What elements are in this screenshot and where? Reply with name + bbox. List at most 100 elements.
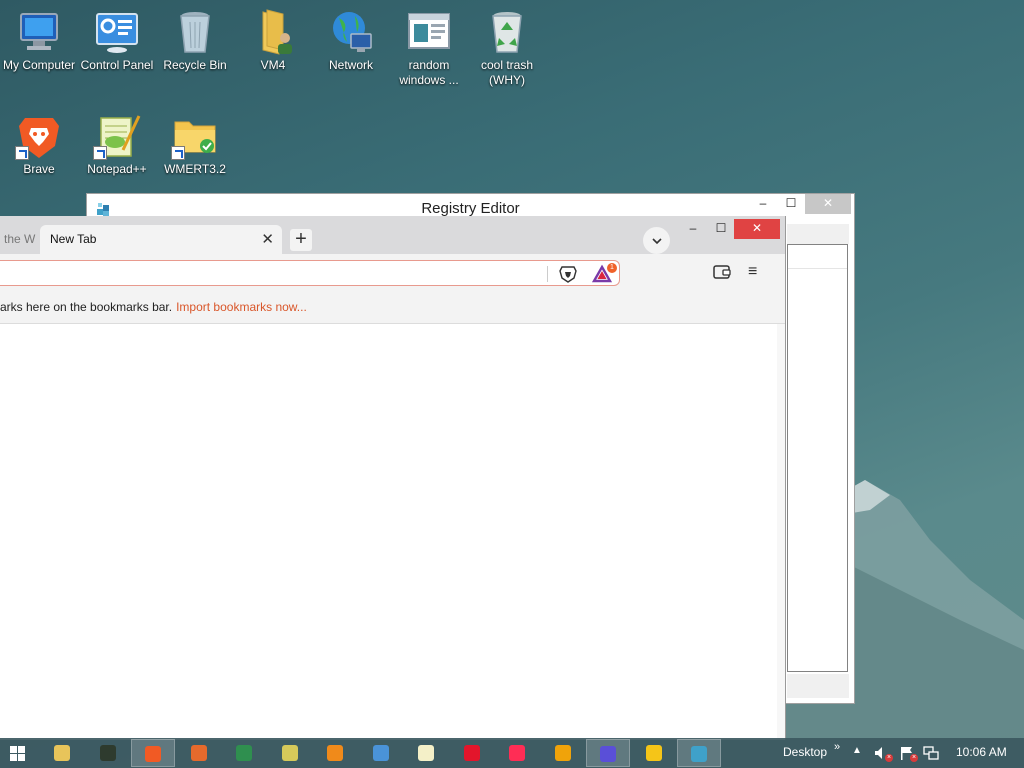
firefox-icon	[190, 745, 207, 761]
desktop-icon-network[interactable]: Network	[312, 8, 390, 73]
notepadpp-icon	[93, 112, 141, 160]
desktop-icon-label: Network	[328, 58, 373, 72]
wallet-icon[interactable]	[713, 264, 731, 280]
desktop-icon-recycle-bin[interactable]: Recycle Bin	[156, 8, 234, 73]
taskbar: Desktop » ▲ × × 10:06 AM	[0, 738, 1024, 768]
page-scrollbar[interactable]	[777, 324, 785, 740]
vlc-icon	[327, 745, 343, 761]
show-hidden-icons-button[interactable]: ▲	[852, 745, 862, 756]
folder-icon	[171, 112, 219, 160]
tab-previous[interactable]: the W	[0, 225, 40, 254]
browser-toolbar: 1 ≡	[0, 254, 785, 290]
alert-badge-icon: ×	[910, 754, 918, 762]
network-icon	[327, 8, 375, 56]
toolbar-chevron-icon[interactable]: »	[834, 741, 840, 753]
browser-minimize-button[interactable]: –	[679, 219, 707, 239]
user-folder-icon	[249, 8, 297, 56]
start-button[interactable]	[10, 746, 25, 761]
shortcut-arrow-icon	[171, 146, 185, 160]
brave-icon	[145, 746, 161, 762]
desktop-icon-cool-trash[interactable]: cool trash (WHY)	[468, 8, 546, 88]
window-app-icon	[405, 8, 453, 56]
taskbar-button-settings[interactable]	[586, 739, 630, 767]
chrome-icon	[645, 745, 662, 761]
desktop-icon-wmert[interactable]: WMERT3.2	[156, 112, 234, 177]
chevron-down-icon	[651, 238, 662, 245]
regedit-icon	[691, 746, 707, 762]
control-panel-icon	[372, 745, 389, 761]
settings-icon	[600, 746, 616, 762]
taskbar-button-vlc[interactable]	[313, 739, 357, 767]
media-disc-icon	[281, 745, 298, 761]
taskbar-button-notepad[interactable]	[404, 739, 448, 767]
regedit-maximize-button[interactable]: ☐	[777, 194, 805, 214]
shortcut-arrow-icon	[93, 146, 107, 160]
tab-new-tab[interactable]: New Tab ✕	[40, 225, 282, 254]
desktop-icon-label: Recycle Bin	[163, 58, 227, 72]
taskbar-button-opera[interactable]	[450, 739, 494, 767]
registry-editor-title: Registry Editor	[421, 200, 520, 217]
bookmarks-bar-text: arks here on the bookmarks bar.	[0, 300, 173, 314]
rewards-badge: 1	[607, 263, 617, 273]
taskbar-button-regedit[interactable]	[677, 739, 721, 767]
browser-close-button[interactable]: ✕	[734, 219, 780, 239]
taskbar-button-terminal[interactable]	[86, 739, 130, 767]
taskbar-button-opera-gx[interactable]	[495, 739, 539, 767]
muted-badge-icon: ×	[885, 754, 893, 762]
brave-browser-window[interactable]: the W New Tab ✕ + – ☐ ✕ 1 ≡ arks here on…	[0, 216, 786, 740]
taskbar-button-network-globe[interactable]	[222, 739, 266, 767]
windows-logo-icon	[10, 746, 25, 761]
regedit-statusbar	[787, 674, 849, 698]
address-bar[interactable]: 1	[0, 260, 620, 286]
desktop-icon-label: Notepad++	[87, 162, 147, 176]
address-bar-divider	[547, 266, 548, 282]
taskbar-button-brave[interactable]	[131, 739, 175, 767]
regedit-close-button[interactable]: ✕	[805, 194, 851, 214]
desktop-icon-brave[interactable]: Brave	[0, 112, 78, 177]
flag-alert-icon[interactable]: ×	[899, 746, 918, 762]
desktop-toolbar-label[interactable]: Desktop	[783, 745, 827, 759]
notepad-icon	[418, 745, 434, 761]
regedit-values-pane[interactable]	[787, 244, 848, 672]
desktop-icon-label: Control Panel	[80, 58, 154, 72]
desktop-icon-my-computer[interactable]: My Computer	[0, 8, 78, 73]
desktop-icon-notepadpp[interactable]: Notepad++	[78, 112, 156, 177]
browser-maximize-button[interactable]: ☐	[707, 219, 735, 239]
computer-icon	[15, 8, 63, 56]
brave-icon	[15, 112, 63, 160]
new-tab-button[interactable]: +	[290, 229, 312, 251]
taskbar-button-firefox[interactable]	[177, 739, 221, 767]
full-recycle-bin-icon	[483, 8, 531, 56]
shortcut-arrow-icon	[15, 146, 29, 160]
taskbar-button-chrome[interactable]	[632, 739, 676, 767]
volume-muted-icon[interactable]: ×	[874, 746, 893, 762]
network-globe-icon	[236, 745, 252, 761]
desktop-icon-label: cool trash (WHY)	[480, 58, 534, 87]
desktop-icon-label: Brave	[23, 162, 55, 176]
desktop-icon-random-windows[interactable]: random windows ...	[390, 8, 468, 88]
desktop-icon-label: WMERT3.2	[164, 162, 226, 176]
tab-close-icon[interactable]: ✕	[261, 225, 274, 254]
opera-icon	[463, 745, 480, 761]
terminal-icon	[99, 745, 116, 761]
tab-strip: the W New Tab ✕ + – ☐ ✕	[0, 216, 785, 254]
file-explorer-icon	[54, 745, 70, 761]
regedit-column-header	[788, 245, 847, 269]
control-panel-icon	[93, 8, 141, 56]
desktop-icon-vm4[interactable]: VM4	[234, 8, 312, 73]
tab-search-button[interactable]	[643, 227, 670, 254]
network-tray-icon[interactable]	[923, 746, 939, 760]
clock[interactable]: 10:06 AM	[956, 745, 1007, 759]
regedit-minimize-button[interactable]: –	[749, 194, 777, 214]
taskbar-button-media-player[interactable]	[541, 739, 585, 767]
taskbar-button-control-panel[interactable]	[359, 739, 403, 767]
menu-icon[interactable]: ≡	[748, 263, 757, 281]
taskbar-button-file-explorer[interactable]	[40, 739, 84, 767]
taskbar-button-media-disc[interactable]	[268, 739, 312, 767]
import-bookmarks-link[interactable]: Import bookmarks now...	[176, 300, 307, 314]
desktop-icon-control-panel[interactable]: Control Panel	[78, 8, 156, 73]
brave-shields-icon[interactable]	[558, 264, 578, 284]
desktop-icon-label: My Computer	[2, 58, 76, 72]
desktop-icon-label: random windows ...	[399, 58, 459, 87]
regedit-menubar	[787, 224, 849, 244]
